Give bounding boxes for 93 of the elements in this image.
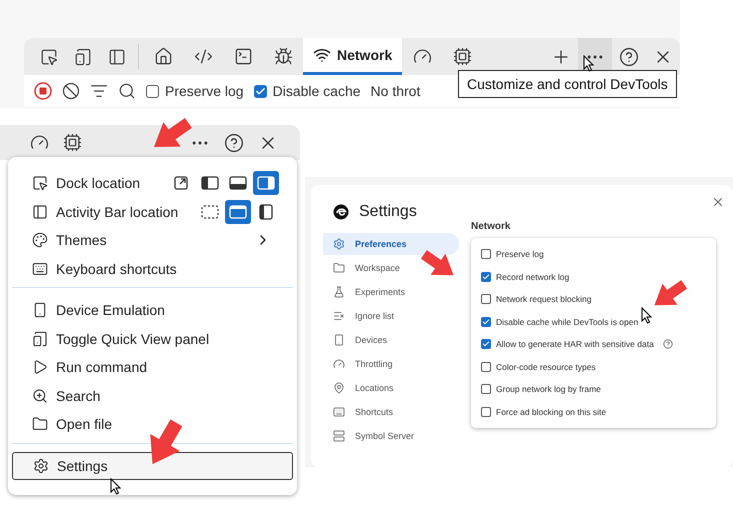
settings-icon: [33, 458, 49, 474]
check-icon: [482, 318, 490, 326]
menu-item[interactable]: Device Emulation: [12, 296, 293, 324]
close-icon[interactable]: [711, 195, 725, 209]
filter-icon[interactable]: [90, 82, 108, 100]
chip-icon: [452, 47, 472, 66]
menu-label: Run command: [56, 359, 148, 376]
chip-icon[interactable]: [63, 133, 82, 152]
section-title: Network: [471, 221, 512, 232]
help-icon[interactable]: [619, 46, 639, 66]
menu-label: Search: [56, 388, 100, 404]
menu-label: Toggle Quick View panel: [56, 330, 210, 347]
layout-icon: [200, 174, 220, 192]
cursor-icon: [583, 55, 594, 72]
setting-checkbox[interactable]: Disable cache while DevTools is open: [481, 314, 706, 328]
disable-cache-checkbox[interactable]: Disable cache: [254, 83, 361, 99]
keyboard-icon: [333, 406, 345, 418]
menu-item[interactable]: Run command: [12, 353, 293, 382]
menu-item[interactable]: Search: [12, 382, 293, 410]
tooltip: Customize and control DevTools: [458, 70, 677, 98]
setting-checkbox[interactable]: Record network log: [481, 270, 706, 284]
menu-label: Activity Bar location: [56, 204, 178, 220]
menu-item[interactable]: Dock location: [12, 169, 293, 198]
bug-icon: [274, 47, 292, 66]
nav-item[interactable]: Shortcuts: [323, 401, 459, 423]
setting-checkbox[interactable]: Color-code resource types: [481, 360, 706, 374]
code-icon: [194, 47, 212, 66]
menu-label: Keyboard shortcuts: [56, 260, 177, 277]
settings-title: Settings: [359, 203, 417, 221]
nav-item[interactable]: Experiments: [323, 281, 459, 303]
layout-icon: [256, 174, 276, 192]
inspect-icon[interactable]: [40, 48, 58, 66]
menu-label: Open file: [56, 416, 112, 432]
nav-item[interactable]: Symbol Server: [323, 425, 459, 447]
check-icon: [482, 340, 490, 348]
terminal-icon: [234, 47, 252, 66]
server-icon: [333, 430, 345, 442]
panel-icon: [32, 204, 48, 220]
device-icon: [333, 334, 345, 346]
dock-icon: [32, 175, 48, 192]
help-icon[interactable]: [662, 339, 673, 349]
menu-item[interactable]: Themes: [12, 226, 293, 254]
throttling-dropdown[interactable]: No throt: [370, 83, 420, 99]
play-icon: [32, 359, 48, 376]
list-icon: [333, 310, 345, 322]
pin-icon: [333, 382, 345, 394]
menu-label: Themes: [56, 232, 107, 248]
palette-icon: [32, 232, 48, 248]
help-icon[interactable]: [224, 132, 244, 152]
menu-label: Dock location: [56, 175, 140, 192]
search-icon[interactable]: [118, 82, 136, 100]
folder-icon: [32, 416, 48, 432]
setting-checkbox[interactable]: Group network log by frame: [481, 382, 706, 396]
gear-icon: [333, 238, 345, 250]
setting-checkbox[interactable]: Allow to generate HAR with sensitive data: [481, 337, 706, 351]
preserve-log-checkbox[interactable]: Preserve log: [146, 83, 244, 99]
nav-item[interactable]: Workspace: [323, 257, 459, 279]
layout-icon: [228, 174, 248, 192]
menu-label: Device Emulation: [56, 302, 165, 318]
nav-item[interactable]: Devices: [323, 329, 459, 351]
layout-icon: [228, 202, 248, 221]
menu-item[interactable]: Toggle Quick View panel: [12, 324, 293, 353]
folder-icon: [333, 262, 345, 274]
device-icon: [32, 302, 48, 318]
menu-item[interactable]: Keyboard shortcuts: [12, 254, 293, 283]
panel-toggle-icon: [32, 330, 48, 347]
cursor-icon: [641, 307, 652, 324]
menu-item[interactable]: Open file: [12, 410, 293, 438]
check-icon: [482, 272, 490, 280]
setting-checkbox[interactable]: Preserve log: [481, 247, 706, 261]
record-icon[interactable]: [34, 82, 52, 100]
network-tab[interactable]: Network: [303, 38, 402, 75]
layout-icon: [200, 202, 220, 221]
search-icon: [32, 388, 48, 404]
menu-item[interactable]: Activity Bar location: [12, 198, 293, 226]
flask-icon: [333, 286, 345, 298]
home-icon: [154, 47, 172, 66]
menu-item[interactable]: Settings: [12, 452, 293, 480]
keyboard-icon: [32, 260, 48, 277]
check-icon: [254, 86, 266, 96]
wifi-icon: [313, 46, 331, 64]
clear-icon[interactable]: [62, 82, 80, 100]
device-toolbar-icon[interactable]: [74, 48, 92, 66]
nav-item[interactable]: Locations: [323, 377, 459, 399]
setting-checkbox[interactable]: Network request blocking: [481, 292, 706, 306]
gauge-icon: [333, 358, 345, 370]
logo-icon: [333, 204, 349, 220]
sidebar-icon[interactable]: [108, 48, 126, 66]
setting-checkbox[interactable]: Force ad blocking on this site: [481, 404, 706, 418]
nav-item[interactable]: Throttling: [323, 353, 459, 375]
menu-label: Settings: [57, 458, 108, 474]
nav-item[interactable]: Preferences: [323, 233, 459, 255]
nav-item[interactable]: Ignore list: [323, 305, 459, 327]
